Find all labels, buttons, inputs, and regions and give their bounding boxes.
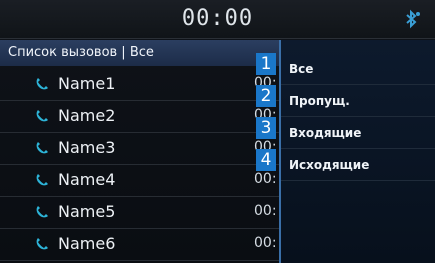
phone-icon xyxy=(34,76,50,92)
contact-name: Name5 xyxy=(58,202,116,221)
option-number: 2 xyxy=(256,85,276,107)
option-label: Входящие xyxy=(289,126,362,140)
phone-icon xyxy=(34,140,50,156)
filter-option-all[interactable]: 1 Все xyxy=(256,52,435,85)
option-number: 1 xyxy=(256,53,276,75)
call-row[interactable]: Name1 00: xyxy=(0,68,280,101)
filter-menu: 1 Все 2 Пропущ. 3 Входящие 4 Исходящие xyxy=(256,40,435,263)
option-number: 3 xyxy=(256,117,276,139)
option-label: Все xyxy=(289,62,314,76)
call-row[interactable]: Name5 00: xyxy=(0,196,280,229)
contact-name: Name3 xyxy=(58,138,116,157)
option-label: Исходящие xyxy=(289,158,370,172)
call-row[interactable]: Name4 00: xyxy=(0,164,280,197)
call-row[interactable]: Name2 00: xyxy=(0,100,280,133)
call-time: 00: xyxy=(254,171,277,187)
contact-name: Name1 xyxy=(58,74,116,93)
filter-option-incoming[interactable]: 3 Входящие xyxy=(256,116,435,149)
list-title: Список вызовов | Все xyxy=(8,45,154,60)
phone-icon xyxy=(34,172,50,188)
filter-option-outgoing[interactable]: 4 Исходящие xyxy=(256,148,435,181)
call-time: 00: xyxy=(254,203,277,219)
call-time: 00: xyxy=(254,235,277,251)
phone-icon xyxy=(34,108,50,124)
list-header: Список вызовов | Все xyxy=(0,40,280,66)
contact-name: Name4 xyxy=(58,170,116,189)
call-list-screen: 00:00 Список вызовов | Все Name1 00: Nam… xyxy=(0,0,435,263)
call-row[interactable]: Name3 00: xyxy=(0,132,280,165)
filter-option-missed[interactable]: 2 Пропущ. xyxy=(256,84,435,117)
contact-name: Name2 xyxy=(58,106,116,125)
option-label: Пропущ. xyxy=(289,94,350,108)
bluetooth-icon[interactable] xyxy=(401,8,423,30)
option-number: 4 xyxy=(256,149,276,171)
phone-icon xyxy=(34,204,50,220)
clock: 00:00 xyxy=(181,6,254,31)
status-bar: 00:00 xyxy=(0,0,435,39)
phone-icon xyxy=(34,236,50,252)
contact-name: Name6 xyxy=(58,234,116,253)
call-row[interactable]: Name6 00: xyxy=(0,228,280,261)
